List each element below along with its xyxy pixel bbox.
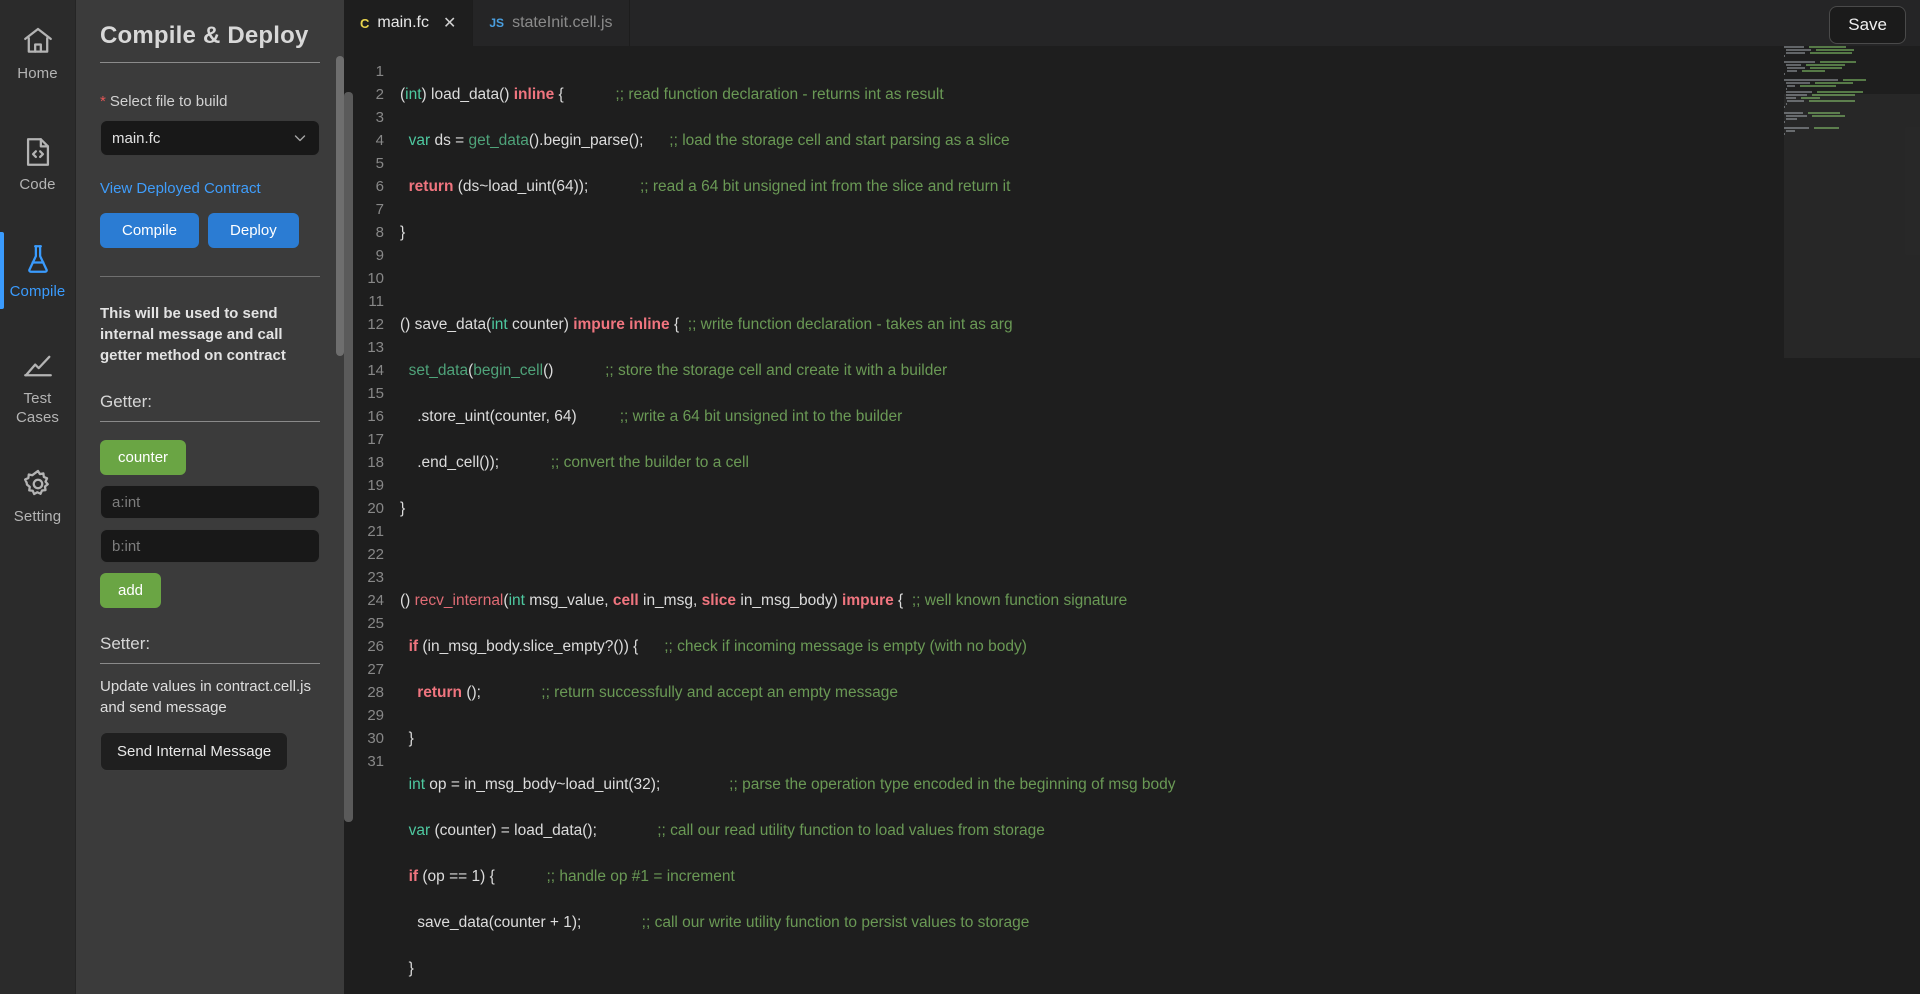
sidebar-item-compile-label: Compile (9, 283, 66, 300)
sidebar-item-setting[interactable]: Setting (0, 453, 75, 538)
getter-arg-b-input[interactable] (100, 529, 320, 563)
section-divider (100, 276, 320, 277)
getter-section-label: Getter: (100, 392, 152, 411)
code-line: } (400, 730, 414, 747)
sidebar-item-home[interactable]: Home (0, 10, 75, 95)
panel-scroll-content: Compile & Deploy * Select file to build m… (76, 0, 344, 994)
gear-icon (21, 467, 55, 501)
compile-button[interactable]: Compile (100, 213, 200, 248)
panel-scrollbar[interactable] (336, 56, 344, 356)
getter-counter-row: counter (100, 440, 320, 475)
code-file-icon (21, 135, 55, 169)
code-area: 1 2 3 4 5 6 7 8 9 10 11 12 13 14 15 16 17 18 19 20 21 22 23 24 2… (344, 46, 1920, 994)
code-line: if (in_msg_body.slice_empty?()) { ;; che… (408, 638, 1027, 655)
file-select-dropdown[interactable]: main.fc (100, 120, 320, 156)
editor-tabbar: C main.fc ✕ JS stateInit.cell.js Save (344, 0, 1920, 46)
line-number: 1 (375, 63, 384, 80)
deploy-button[interactable]: Deploy (208, 213, 299, 248)
chevron-down-icon (292, 130, 308, 146)
code-line: var ds = get_data().begin_parse(); ;; lo… (408, 132, 1010, 149)
code-line: save_data(counter + 1); ;; call our writ… (400, 914, 1030, 931)
flask-icon (21, 242, 55, 276)
sidebar-item-compile[interactable]: Compile (0, 228, 75, 313)
tabbar-filler: Save (629, 0, 1920, 46)
close-icon[interactable]: ✕ (443, 13, 456, 33)
getter-add-button[interactable]: add (100, 573, 162, 608)
code-lines[interactable]: (int) load_data() inline { ;; read funct… (396, 46, 1920, 994)
compile-deploy-button-row: Compile Deploy (100, 213, 320, 248)
select-file-label: * Select file to build (100, 93, 320, 110)
select-file-label-text: Select file to build (109, 93, 228, 110)
sidebar-item-home-label: Home (17, 65, 58, 82)
editor-vertical-scrollbar[interactable] (344, 92, 353, 822)
tab-stateinit-cell-js-label: stateInit.cell.js (512, 14, 613, 31)
title-divider (100, 62, 320, 63)
code-line: } (400, 224, 406, 241)
required-asterisk: * (100, 93, 106, 110)
code-line: return (); ;; return successfully and ac… (417, 684, 898, 701)
code-line: } (400, 500, 406, 517)
tab-main-fc-label: main.fc (377, 14, 429, 31)
code-line: () save_data(int counter) impure inline … (400, 316, 1013, 333)
checkmark-icon (21, 349, 55, 383)
page-title: Compile & Deploy (100, 22, 309, 49)
send-internal-message-button[interactable]: Send Internal Message (100, 732, 289, 771)
code-line: var (counter) = load_data(); ;; call our… (408, 822, 1045, 839)
code-line: .end_cell()); ;; convert the builder to … (400, 454, 749, 471)
code-line: set_data(begin_cell() ;; store the stora… (408, 362, 948, 379)
sidebar-item-test-cases[interactable]: Test Cases (0, 335, 75, 439)
sidebar-item-test-cases-label: Test Cases (15, 390, 60, 426)
c-file-icon: C (360, 15, 370, 31)
home-icon (21, 24, 55, 58)
code-line: int op = in_msg_body~load_uint(32); ;; p… (408, 776, 1176, 793)
js-file-icon: JS (489, 16, 505, 30)
code-surface[interactable]: 1 2 3 4 5 6 7 8 9 10 11 12 13 14 15 16 17 18 19 20 21 22 23 24 2… (344, 46, 1920, 994)
file-select-value: main.fc (112, 129, 161, 147)
internal-message-note: This will be used to send internal messa… (100, 305, 286, 364)
sidebar-item-code[interactable]: Code (0, 121, 75, 206)
code-line: return (ds~load_uint(64)); ;; read a 64 … (408, 178, 1011, 195)
code-line: (int) load_data() inline { ;; read funct… (400, 86, 944, 103)
sidebar-item-setting-label: Setting (13, 508, 62, 525)
getter-counter-button[interactable]: counter (100, 440, 187, 475)
tab-stateinit-cell-js[interactable]: JS stateInit.cell.js (473, 0, 630, 46)
code-line: if (op == 1) { ;; handle op #1 = increme… (408, 868, 735, 885)
compile-deploy-panel: Compile & Deploy * Select file to build m… (76, 0, 344, 994)
code-line: () recv_internal(int msg_value, cell in_… (400, 592, 1128, 609)
getter-section-rule (100, 421, 320, 422)
sidebar-item-code-label: Code (19, 176, 56, 193)
code-line: } (400, 960, 414, 977)
code-line: .store_uint(counter, 64) ;; write a 64 b… (400, 408, 903, 425)
setter-note: Update values in contract.cell.js and se… (100, 678, 311, 716)
getter-arg-a-input[interactable] (100, 485, 320, 519)
view-deployed-contract-link[interactable]: View Deployed Contract (100, 180, 320, 197)
app-root: Home Code Compile Test Cases Setting Com… (0, 0, 1920, 994)
minimap-viewport-slider[interactable] (1784, 94, 1920, 358)
getter-add-row: add (100, 573, 320, 608)
activity-rail: Home Code Compile Test Cases Setting (0, 0, 76, 994)
setter-section-label: Setter: (100, 634, 151, 653)
setter-section-rule (100, 663, 320, 664)
code-editor: C main.fc ✕ JS stateInit.cell.js Save 12… (344, 0, 1920, 994)
tab-main-fc[interactable]: C main.fc ✕ (344, 0, 474, 46)
save-button[interactable]: Save (1829, 6, 1906, 44)
